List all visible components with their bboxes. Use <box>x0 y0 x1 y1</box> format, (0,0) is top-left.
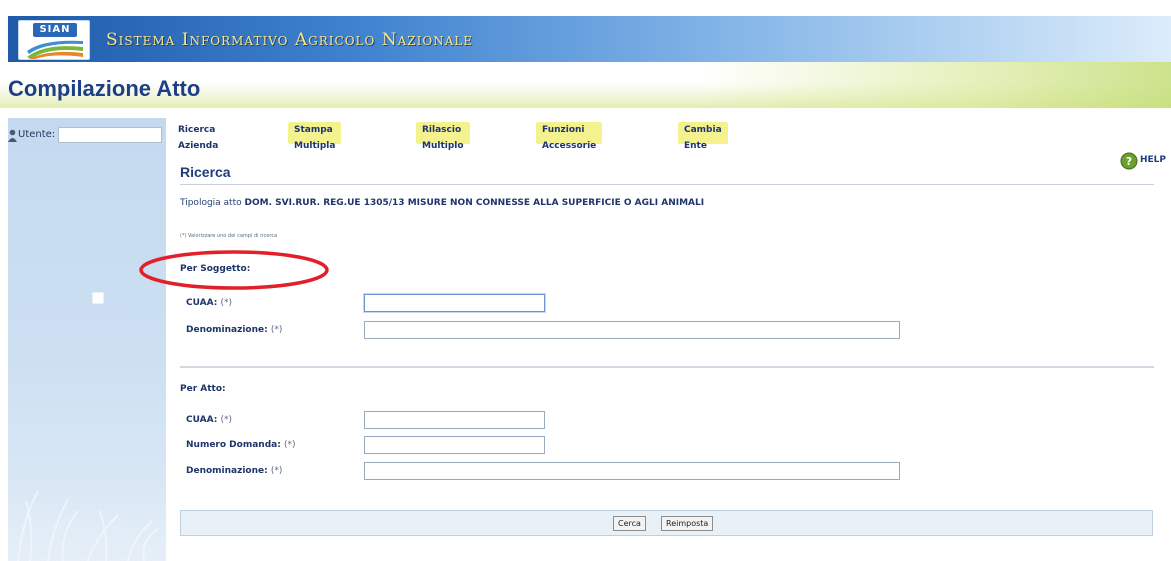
atto-cuaa-required: (*) <box>220 415 233 425</box>
button-bar: Cerca Reimposta <box>180 510 1153 536</box>
atto-numero-domanda-label: Numero Domanda: (*) <box>186 440 295 450</box>
soggetto-denominazione-required: (*) <box>270 325 283 335</box>
soggetto-cuaa-input[interactable] <box>364 294 545 312</box>
menu-item-funzioni-accessorie[interactable]: Funzioni Accessorie <box>536 122 603 151</box>
user-field[interactable] <box>58 127 162 143</box>
sian-logo: SIAN <box>18 20 90 60</box>
menu-item-stampa-multipla[interactable]: Stampa Multipla <box>288 122 342 151</box>
tipologia-value: DOM. SVI.RUR. REG.UE 1305/13 MISURE NON … <box>244 198 705 208</box>
title-divider <box>180 184 1154 185</box>
section-divider <box>180 366 1154 368</box>
per-atto-label: Per Atto: <box>180 384 226 394</box>
menu-item-cambia-ente[interactable]: Cambia Ente <box>678 122 728 151</box>
section-title-ricerca: Ricerca <box>180 164 231 180</box>
help-label: HELP <box>1140 155 1167 165</box>
soggetto-cuaa-required: (*) <box>220 298 233 308</box>
soggetto-cuaa-label-text: CUAA: <box>186 298 218 308</box>
atto-denominazione-required: (*) <box>270 466 283 476</box>
title-strip-field <box>700 62 1171 108</box>
atto-numero-domanda-input[interactable] <box>364 436 545 454</box>
sidebar-grass-decoration <box>17 490 159 561</box>
sidebar-placeholder-box <box>92 292 104 304</box>
soggetto-denominazione-label-text: Denominazione: <box>186 325 268 335</box>
title-strip: Compilazione Atto <box>0 62 1171 108</box>
atto-cuaa-label: CUAA: (*) <box>186 415 232 425</box>
atto-numero-domanda-required: (*) <box>283 440 296 450</box>
header-banner: SIAN Sistema Informativo Agricolo Nazion… <box>8 16 1171 62</box>
user-row: Utente: <box>8 127 166 145</box>
help-icon: ? <box>1120 152 1138 174</box>
atto-denominazione-label-text: Denominazione: <box>186 466 268 476</box>
left-sidebar: Utente: <box>8 118 166 561</box>
soggetto-denominazione-input[interactable] <box>364 321 900 339</box>
logo-text: SIAN <box>33 23 77 37</box>
page-title: Compilazione Atto <box>8 76 201 101</box>
atto-denominazione-label: Denominazione: (*) <box>186 466 282 476</box>
per-soggetto-label: Per Soggetto: <box>180 264 251 274</box>
atto-cuaa-input[interactable] <box>364 411 545 429</box>
atto-denominazione-input[interactable] <box>364 462 900 480</box>
user-label: Utente: <box>18 129 56 140</box>
soggetto-cuaa-label: CUAA: (*) <box>186 298 232 308</box>
tipologia-prefix: Tipologia atto <box>180 198 242 208</box>
soggetto-denominazione-label: Denominazione: (*) <box>186 325 282 335</box>
svg-text:?: ? <box>1126 155 1132 168</box>
logo-field-icon <box>27 40 83 59</box>
system-name: Sistema Informativo Agricolo Nazionale <box>106 30 474 50</box>
menu-item-rilascio-multiplo[interactable]: Rilascio Multiplo <box>416 122 470 151</box>
atto-cuaa-label-text: CUAA: <box>186 415 218 425</box>
required-note: (*) Valorizzare uno dei campi di ricerca <box>180 233 278 239</box>
user-icon <box>8 128 17 147</box>
tipologia-atto: Tipologia atto DOM. SVI.RUR. REG.UE 1305… <box>180 198 704 208</box>
menu-item-ricerca-azienda[interactable]: Ricerca Azienda <box>172 122 224 151</box>
atto-numero-domanda-label-text: Numero Domanda: <box>186 440 281 450</box>
reimposta-button[interactable]: Reimposta <box>661 516 714 531</box>
cerca-button[interactable]: Cerca <box>613 516 646 531</box>
